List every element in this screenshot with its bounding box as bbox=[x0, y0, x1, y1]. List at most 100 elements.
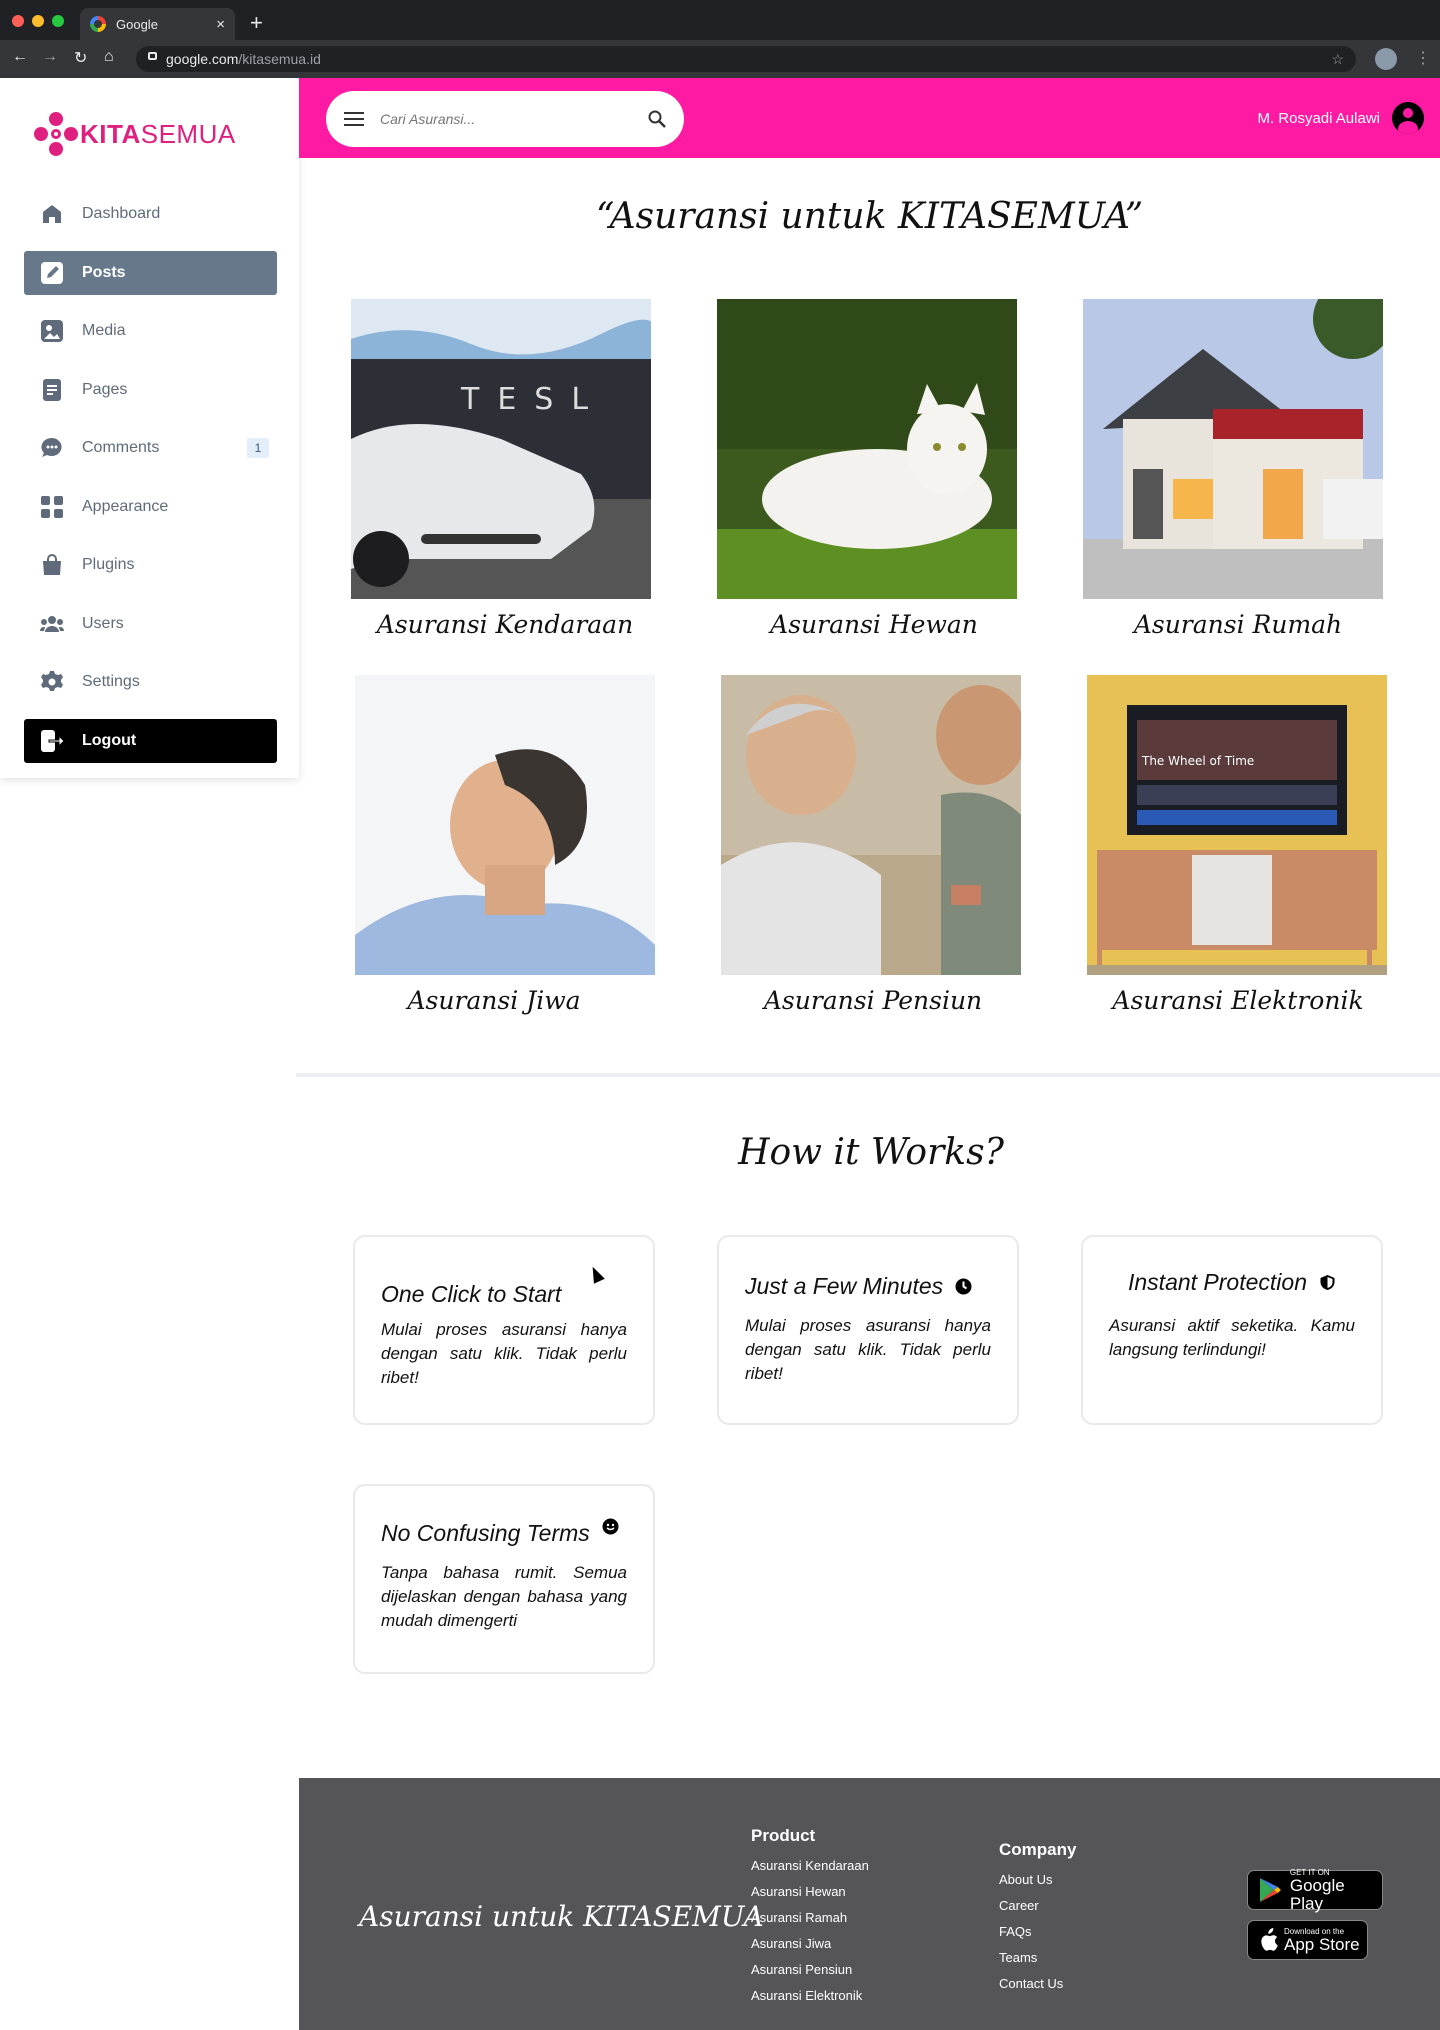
close-window-button[interactable] bbox=[12, 15, 24, 27]
lock-icon bbox=[148, 52, 157, 60]
logout-icon bbox=[40, 729, 64, 753]
app-store-big: App Store bbox=[1284, 1934, 1360, 1954]
browser-profile-avatar[interactable] bbox=[1375, 48, 1397, 70]
user-menu[interactable]: M. Rosyadi Aulawi bbox=[1257, 102, 1424, 134]
browser-menu-icon[interactable]: ⋮ bbox=[1415, 48, 1431, 68]
sidebar-item-appearance[interactable]: Appearance bbox=[24, 485, 277, 529]
bag-icon bbox=[40, 553, 64, 577]
step-title: Just a Few Minutes bbox=[745, 1273, 991, 1300]
sidebar-item-posts[interactable]: Posts bbox=[24, 250, 277, 295]
new-tab-icon[interactable]: + bbox=[250, 10, 263, 36]
search-bar bbox=[326, 91, 684, 147]
shield-icon bbox=[1320, 1275, 1335, 1290]
card-caption: Asuransi Jiwa bbox=[407, 986, 581, 1015]
google-favicon-icon bbox=[90, 16, 106, 32]
step-title: One Click to Start bbox=[381, 1281, 562, 1307]
browser-toolbar: ← → ↻ ⌂ google.com/kitasemua.id ☆ ⋮ bbox=[0, 40, 1440, 78]
maximize-window-button[interactable] bbox=[52, 15, 64, 27]
kitasemua-logo[interactable]: KITASEMUA bbox=[34, 112, 236, 156]
url-path: /kitasemua.id bbox=[238, 51, 321, 67]
sidebar-item-label: Dashboard bbox=[82, 205, 161, 222]
hamburger-menu-icon[interactable] bbox=[344, 112, 364, 126]
browser-tab[interactable]: Google × bbox=[80, 8, 235, 40]
sidebar-item-comments[interactable]: Comments 1 bbox=[24, 426, 277, 470]
footer-link[interactable]: Asuransi Jiwa bbox=[751, 1936, 869, 1962]
edit-icon bbox=[40, 261, 64, 285]
bookmark-star-icon[interactable]: ☆ bbox=[1331, 51, 1344, 68]
step-card: No Confusing Terms Tanpa bahasa rumit. S… bbox=[353, 1484, 655, 1674]
sidebar-item-label: Settings bbox=[82, 673, 140, 690]
comment-icon bbox=[40, 436, 64, 460]
user-name: M. Rosyadi Aulawi bbox=[1257, 109, 1380, 127]
minimize-window-button[interactable] bbox=[32, 15, 44, 27]
footer-link[interactable]: Teams bbox=[999, 1950, 1076, 1976]
footer-product-heading: Product bbox=[751, 1826, 816, 1845]
sidebar-item-media[interactable]: Media bbox=[24, 309, 277, 353]
footer-company-column: Company About Us Career FAQs Teams Conta… bbox=[999, 1840, 1076, 2002]
footer-link[interactable]: Career bbox=[999, 1898, 1076, 1924]
footer-link[interactable]: Asuransi Hewan bbox=[751, 1884, 869, 1910]
page-icon bbox=[40, 378, 64, 402]
step-title: Instant Protection bbox=[1109, 1269, 1355, 1296]
sidebar-item-dashboard[interactable]: Dashboard bbox=[24, 192, 277, 236]
sidebar: KITASEMUA Dashboard Posts Media Pages Co… bbox=[0, 78, 299, 778]
grid-icon bbox=[40, 495, 64, 519]
how-it-works-title: How it Works? bbox=[738, 1132, 1004, 1173]
sidebar-item-label: Appearance bbox=[82, 497, 169, 515]
footer-tagline: Asuransi untuk KITASEMUA bbox=[359, 1900, 764, 1933]
logout-button[interactable]: Logout bbox=[24, 718, 277, 763]
forward-icon[interactable]: → bbox=[42, 48, 58, 66]
reload-icon[interactable]: ↻ bbox=[74, 48, 87, 68]
sidebar-item-users[interactable]: Users bbox=[24, 602, 277, 646]
card-image-hewan[interactable] bbox=[717, 299, 1017, 599]
footer-link[interactable]: Asuransi Kendaraan bbox=[751, 1858, 869, 1884]
card-caption: Asuransi Pensiun bbox=[763, 986, 983, 1015]
browser-chrome: Google × + ← → ↻ ⌂ google.com/kitasemua.… bbox=[0, 0, 1440, 78]
home-browser-icon[interactable]: ⌂ bbox=[104, 48, 114, 66]
sidebar-item-label: Users bbox=[82, 614, 124, 632]
sidebar-menu: Dashboard Posts Media Pages Comments 1 A… bbox=[24, 192, 277, 777]
app-store-button[interactable]: Download on the App Store bbox=[1247, 1920, 1368, 1960]
card-image-kendaraan[interactable]: TESL bbox=[351, 299, 651, 599]
card-image-pensiun[interactable] bbox=[721, 675, 1021, 975]
card-image-jiwa[interactable] bbox=[355, 675, 655, 975]
card-image-rumah[interactable] bbox=[1083, 299, 1383, 599]
card-caption: Asuransi Elektronik bbox=[1112, 986, 1364, 1015]
sidebar-item-plugins[interactable]: Plugins bbox=[24, 543, 277, 587]
card-caption: Asuransi Kendaraan bbox=[376, 610, 634, 639]
footer-company-heading: Company bbox=[999, 1840, 1077, 1859]
google-play-big: Google Play bbox=[1289, 1875, 1345, 1913]
comments-count-badge: 1 bbox=[247, 438, 269, 458]
search-input[interactable] bbox=[380, 111, 640, 127]
footer-link[interactable]: About Us bbox=[999, 1872, 1076, 1898]
footer-product-column: Product Asuransi Kendaraan Asuransi Hewa… bbox=[751, 1826, 869, 2014]
address-bar[interactable]: google.com/kitasemua.id ☆ bbox=[136, 46, 1356, 72]
card-caption: Asuransi Rumah bbox=[1133, 610, 1343, 639]
svg-text:The Wheel of Time: The Wheel of Time bbox=[1141, 754, 1254, 768]
footer-link[interactable]: FAQs bbox=[999, 1924, 1076, 1950]
close-tab-icon[interactable]: × bbox=[216, 16, 225, 33]
footer-link[interactable]: Asuransi Elektronik bbox=[751, 1988, 869, 2014]
apple-icon bbox=[1261, 1928, 1278, 1951]
window-controls bbox=[12, 15, 64, 27]
user-avatar-icon[interactable] bbox=[1392, 102, 1424, 134]
footer-link[interactable]: Asuransi Ramah bbox=[751, 1910, 869, 1936]
top-bar: M. Rosyadi Aulawi bbox=[299, 78, 1440, 158]
sidebar-item-label: Posts bbox=[82, 263, 126, 281]
clock-icon bbox=[955, 1278, 972, 1295]
sidebar-item-pages[interactable]: Pages bbox=[24, 368, 277, 412]
card-image-elektronik[interactable]: The Wheel of Time bbox=[1087, 675, 1387, 975]
svg-text:TESL: TESL bbox=[460, 382, 606, 417]
logout-label: Logout bbox=[82, 731, 137, 749]
search-icon[interactable] bbox=[648, 110, 666, 128]
brand-name: KITASEMUA bbox=[80, 118, 236, 149]
footer-link[interactable]: Contact Us bbox=[999, 1976, 1076, 2002]
step-text: Mulai proses asuransi hanya dengan satu … bbox=[381, 1320, 627, 1387]
image-icon bbox=[40, 319, 64, 343]
google-play-button[interactable]: GET IT ON Google Play bbox=[1247, 1868, 1383, 1913]
sidebar-item-label: Plugins bbox=[82, 556, 135, 573]
sidebar-item-settings[interactable]: Settings bbox=[24, 660, 277, 704]
footer-link[interactable]: Asuransi Pensiun bbox=[751, 1962, 869, 1988]
back-icon[interactable]: ← bbox=[12, 48, 28, 66]
users-icon bbox=[40, 612, 64, 636]
